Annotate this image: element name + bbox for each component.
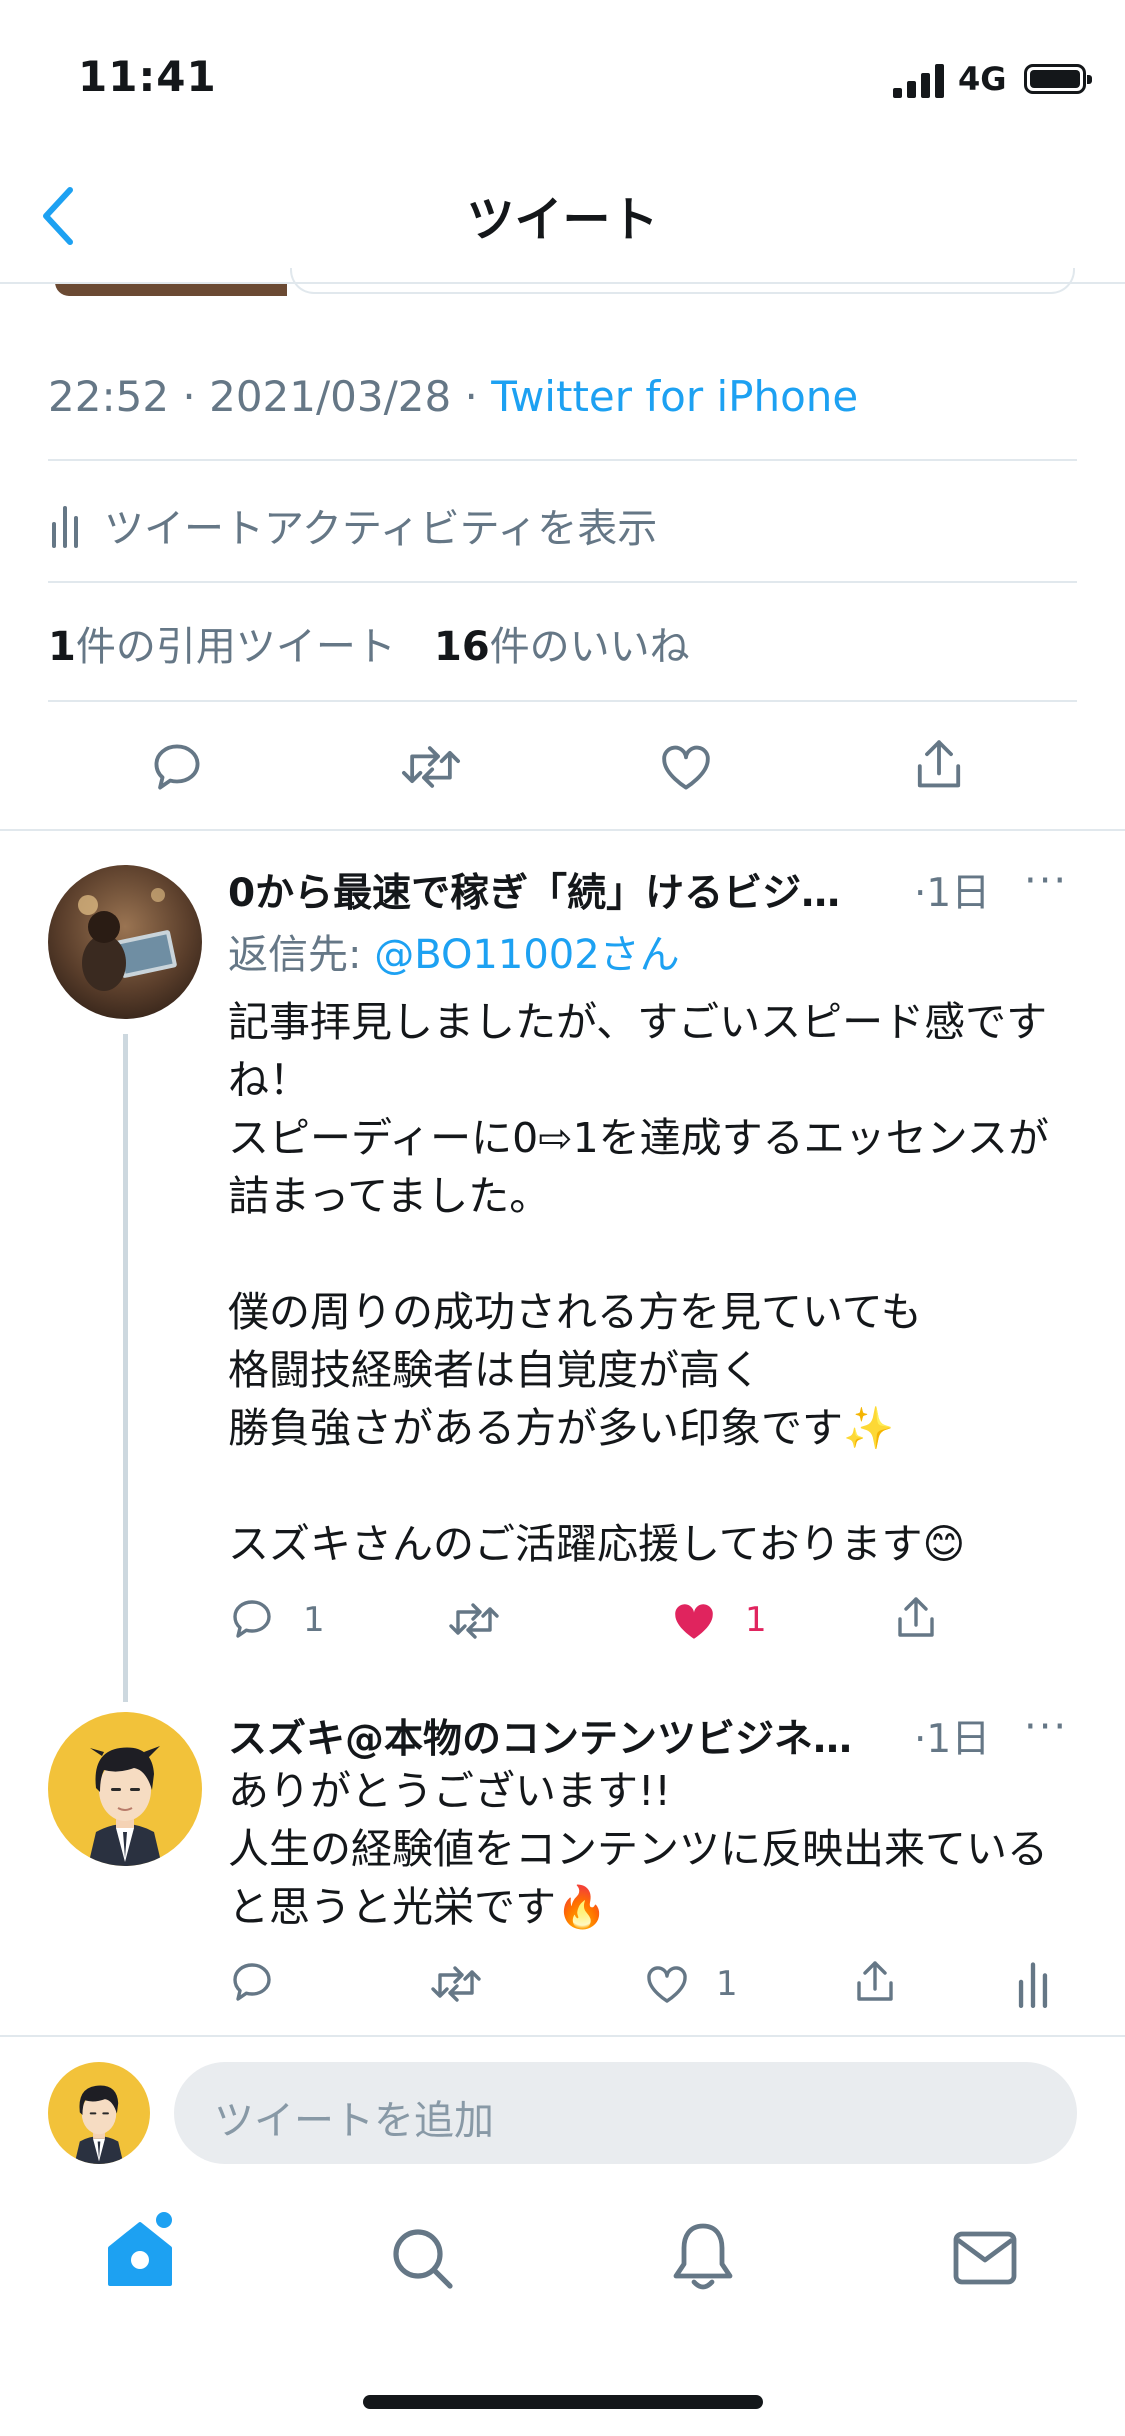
divider: [48, 581, 1077, 583]
tweet-stats: 1件の引用ツイート 16件のいいね: [48, 614, 690, 672]
retweet-icon[interactable]: [446, 1597, 502, 1645]
search-icon[interactable]: [388, 2224, 456, 2292]
like-count: 1: [716, 1964, 738, 2004]
like-icon-active[interactable]: [668, 1596, 720, 1646]
quote-count: 1: [48, 624, 76, 670]
tweet-timestamp: 22:52 · 2021/03/28 · Twitter for iPhone: [48, 372, 858, 421]
reply-text: ありがとうございます!! 人生の経験値をコンテンツに反映出来ていると思うと光栄で…: [228, 1767, 1048, 1931]
more-options-button[interactable]: ···: [1024, 858, 1068, 904]
reply-count: 1: [303, 1600, 325, 1640]
quote-tweets-stat[interactable]: 1件の引用ツイート: [48, 624, 396, 670]
tweet-time: 22:52: [48, 372, 170, 421]
retweet-icon[interactable]: [398, 738, 464, 796]
like-count: 1: [745, 1600, 767, 1640]
status-time: 11:41: [78, 52, 217, 101]
reply-text: 記事拝見しましたが、すごいスピード感ですね！ スピーディーに0⇨1を達成するエッ…: [228, 998, 1049, 1568]
more-options-button[interactable]: ···: [1024, 1704, 1068, 1750]
reply-icon[interactable]: [228, 1595, 276, 1643]
page-title: ツイート: [466, 192, 659, 248]
nav-divider: [0, 282, 1125, 284]
reply-compose-placeholder: ツイートを追加: [214, 2098, 494, 2144]
quoted-tweet-card[interactable]: [290, 268, 1075, 294]
like-label: 件のいいね: [489, 624, 690, 670]
reply-to: 返信先: @BO11002さん: [228, 922, 680, 980]
avatar[interactable]: [48, 865, 202, 1019]
share-icon[interactable]: [851, 1956, 899, 2008]
quote-label: 件の引用ツイート: [75, 624, 396, 670]
battery-icon: [1024, 64, 1092, 94]
reply-icon[interactable]: [228, 1958, 276, 2006]
signal-icon: [893, 64, 944, 98]
reply-icon[interactable]: [148, 738, 206, 796]
reply-date: ·1日: [914, 1717, 991, 1762]
tweet-client-link[interactable]: Twitter for iPhone: [491, 372, 858, 421]
reply-to-handle-link[interactable]: @BO11002さん: [374, 932, 679, 978]
activity-chart-icon[interactable]: [1018, 1958, 1048, 2008]
reply-to-label: 返信先:: [228, 932, 375, 978]
quoted-tweet-image[interactable]: [55, 282, 287, 296]
like-icon[interactable]: [643, 1960, 691, 2008]
reply-author-name[interactable]: スズキ@本物のコンテンツビジネ…: [228, 1708, 888, 1764]
thread-line: [123, 1034, 128, 1702]
home-icon[interactable]: [104, 2212, 176, 2292]
like-count: 16: [434, 624, 490, 670]
share-icon[interactable]: [910, 735, 968, 795]
separator: ·: [169, 372, 210, 421]
avatar[interactable]: [48, 1712, 202, 1866]
divider: [48, 700, 1077, 702]
network-type: 4G: [958, 60, 1007, 98]
activity-chart-icon: [52, 506, 78, 548]
share-icon[interactable]: [892, 1592, 940, 1644]
likes-stat[interactable]: 16件のいいね: [434, 624, 690, 670]
section-divider: [0, 2035, 1125, 2037]
reply-author-name[interactable]: 0から最速で稼ぎ「続」けるビジ…: [228, 862, 888, 918]
my-avatar[interactable]: [48, 2062, 150, 2164]
tweet-activity-label: ツイートアクティビティを表示: [104, 506, 658, 552]
section-divider: [0, 829, 1125, 831]
separator: ·: [451, 372, 492, 421]
tweet-activity-link[interactable]: ツイートアクティビティを表示: [52, 495, 657, 555]
home-indicator: [363, 2395, 763, 2409]
like-icon[interactable]: [657, 738, 715, 796]
notifications-icon[interactable]: [668, 2220, 738, 2294]
reply-date: ·1日: [914, 871, 991, 916]
retweet-icon[interactable]: [428, 1960, 484, 2008]
tweet-action-bar: [0, 735, 1125, 805]
messages-icon[interactable]: [952, 2230, 1018, 2286]
divider: [48, 459, 1077, 461]
tweet-date: 2021/03/28: [209, 372, 452, 421]
